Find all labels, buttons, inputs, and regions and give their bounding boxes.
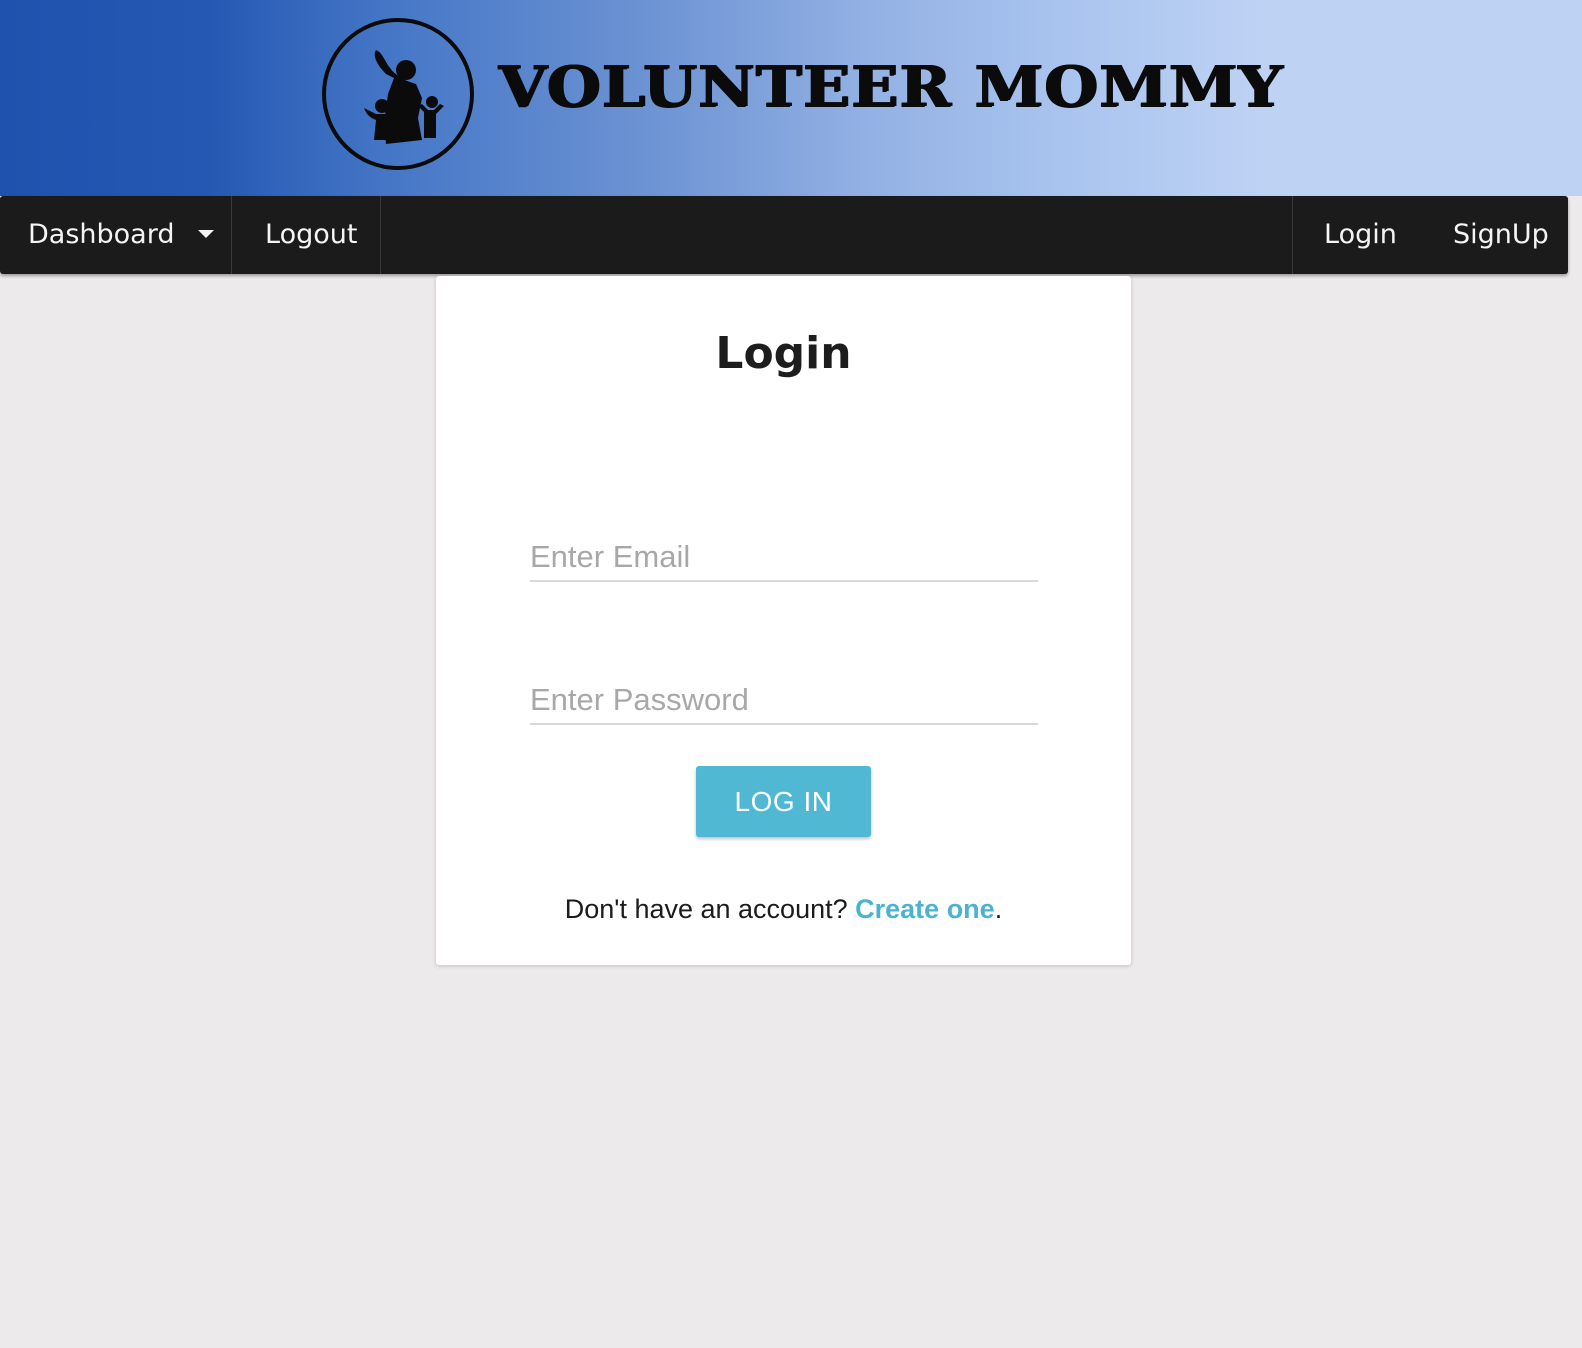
login-title: Login xyxy=(715,328,852,379)
create-account-link[interactable]: Create one xyxy=(855,894,995,924)
logo-wordmark: VOLUNTEER MOMMY xyxy=(498,54,1283,120)
login-card: Login LOG IN Don't have an account? Crea… xyxy=(436,276,1131,965)
nav-logout-link[interactable]: Logout xyxy=(265,196,357,274)
no-account-text: Don't have an account? xyxy=(564,894,848,924)
nav-dashboard-label: Dashboard xyxy=(28,219,175,250)
nav-signup-link[interactable]: SignUp xyxy=(1453,196,1549,274)
main-navbar: Dashboard Logout Login SignUp xyxy=(0,196,1568,274)
family-icon xyxy=(322,18,474,170)
site-header: VOLUNTEER MOMMY xyxy=(0,0,1582,196)
nav-login-link[interactable]: Login xyxy=(1324,196,1397,274)
trailing-period: . xyxy=(994,894,1003,924)
nav-divider xyxy=(380,196,381,274)
password-field[interactable] xyxy=(530,677,1038,725)
email-field[interactable] xyxy=(530,534,1038,582)
nav-dashboard-dropdown[interactable]: Dashboard xyxy=(28,196,215,274)
site-logo[interactable]: VOLUNTEER MOMMY xyxy=(322,18,1282,178)
nav-divider xyxy=(1292,196,1293,274)
login-button[interactable]: LOG IN xyxy=(696,766,871,837)
signup-prompt: Don't have an account? Create one. xyxy=(436,894,1131,925)
caret-down-icon xyxy=(198,229,215,238)
nav-divider xyxy=(231,196,232,274)
